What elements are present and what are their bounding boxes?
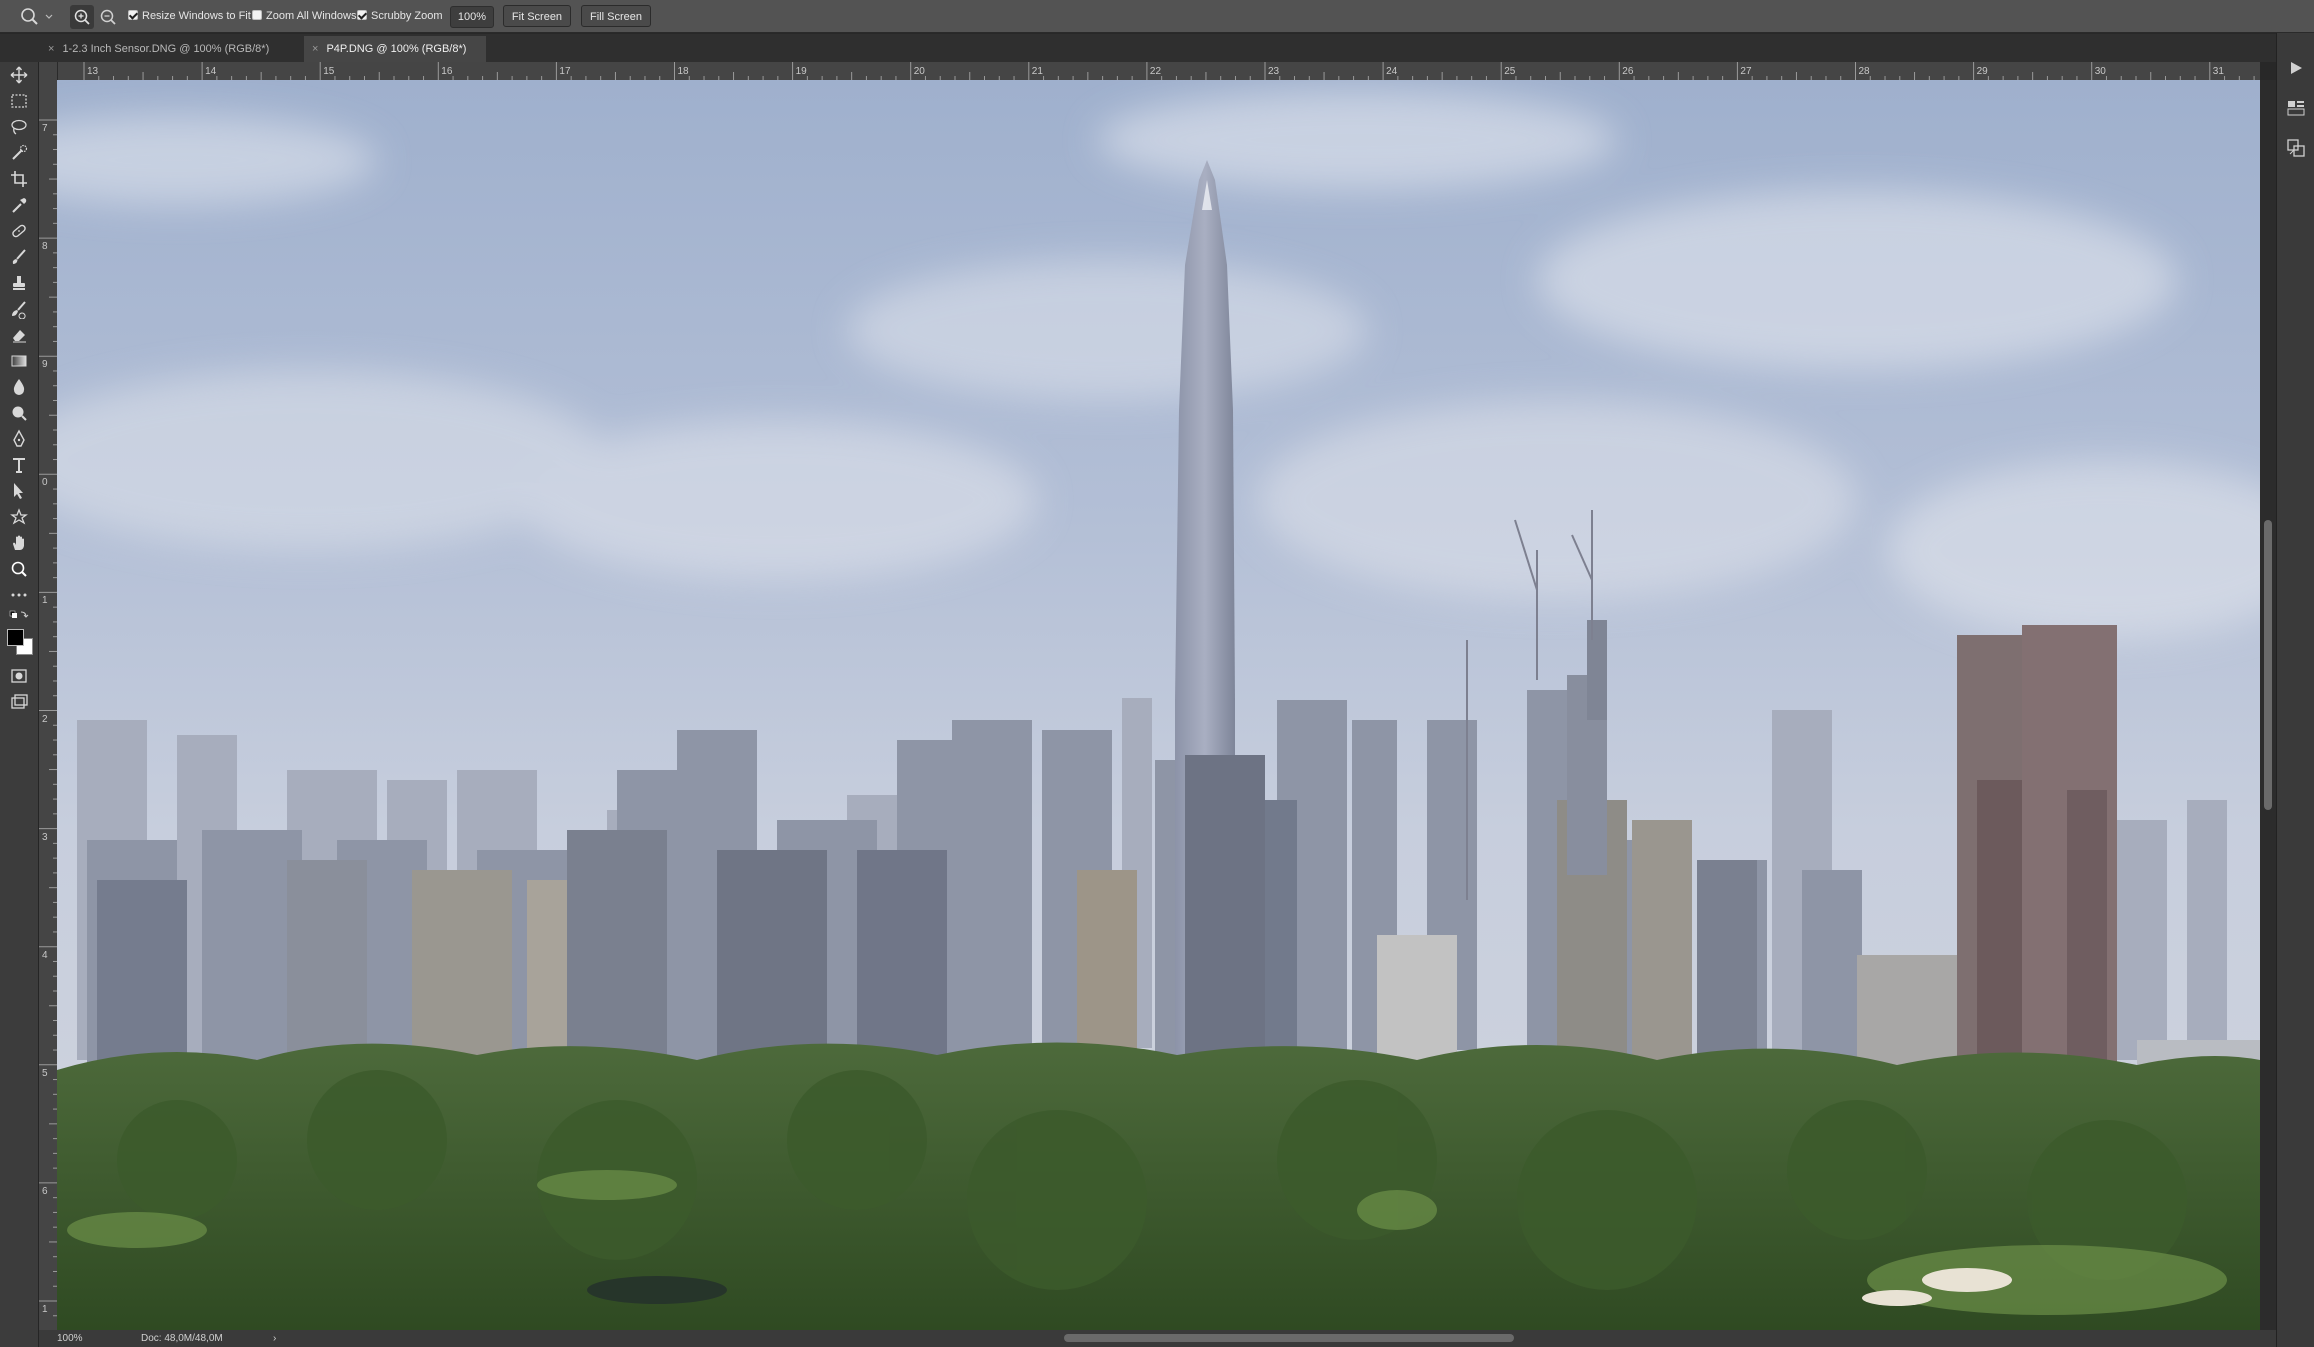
vertical-scrollbar[interactable] (2260, 80, 2276, 1330)
libraries-panel-icon[interactable] (2285, 97, 2307, 119)
gradient-tool-icon[interactable] (9, 351, 29, 371)
lasso-tool-icon[interactable] (9, 117, 29, 137)
ruler-label: 1 (42, 1304, 48, 1315)
custom-shape-tool-icon[interactable] (9, 507, 29, 527)
horizontal-scroll-thumb[interactable] (1064, 1334, 1514, 1342)
city-skyline-photo (57, 80, 2260, 1330)
brush-tool-icon[interactable] (9, 247, 29, 267)
ruler-label: 8 (42, 241, 48, 253)
ruler-label: 4 (42, 949, 48, 961)
ruler-label: 22 (1149, 66, 1162, 77)
ruler-label: 31 (2212, 66, 2224, 77)
zoom-tool-preset-icon (21, 8, 53, 25)
vertical-scroll-thumb[interactable] (2264, 520, 2272, 810)
color-swatches[interactable] (6, 628, 34, 656)
ruler-label: 15 (323, 66, 335, 77)
type-tool-icon[interactable] (9, 455, 29, 475)
more-tools-icon[interactable] (9, 585, 29, 605)
foreground-color-swatch[interactable] (7, 629, 24, 646)
zoom-percentage-button[interactable]: 100% (450, 6, 494, 28)
tool-preset-picker[interactable] (18, 5, 62, 29)
quick-mask-icon[interactable] (9, 666, 29, 686)
expand-panels-icon[interactable] (2285, 57, 2307, 79)
pen-tool-icon[interactable] (9, 429, 29, 449)
ruler-label: 6 (42, 1185, 48, 1197)
screen-mode-icon[interactable] (9, 692, 29, 712)
ruler-label: 7 (42, 123, 48, 134)
document-tab-bar: × 1-2.3 Inch Sensor.DNG @ 100% (RGB/8*) ×… (0, 34, 2314, 62)
history-brush-tool-icon[interactable] (9, 299, 29, 319)
hand-tool-icon[interactable] (9, 533, 29, 553)
tab-label: 1-2.3 Inch Sensor.DNG @ 100% (RGB/8*) (62, 43, 270, 55)
ruler-label: 0 (42, 477, 48, 489)
horizontal-ruler[interactable]: 13 14 15 16 17 18 19 20 21 22 23 24 25 26 27 28 29 30 31 (57, 62, 2260, 81)
pond (587, 1276, 727, 1304)
ruler-label: 3 (42, 831, 48, 843)
ruler-label: 13 (87, 66, 99, 77)
status-doc-size: Doc: 48,0M/48,0M (141, 1333, 223, 1344)
scrubby-zoom-checkbox[interactable]: Scrubby Zoom (357, 9, 443, 23)
collapsed-panels-dock (2276, 33, 2314, 1347)
quick-select-tool-icon[interactable] (9, 143, 29, 163)
tools-panel (0, 62, 39, 1347)
tab-p4p[interactable]: × P4P.DNG @ 100% (RGB/8*) (304, 36, 486, 62)
ruler-label: 2 (42, 713, 48, 725)
crop-tool-icon[interactable] (9, 169, 29, 189)
eraser-tool-icon[interactable] (9, 325, 29, 345)
fit-screen-button[interactable]: Fit Screen (503, 5, 571, 27)
vertical-ruler-ticks (39, 119, 57, 1317)
marquee-tool-icon[interactable] (9, 91, 29, 111)
status-zoom[interactable]: 100% (57, 1333, 83, 1344)
resize-windows-label: Resize Windows to Fit (142, 10, 251, 22)
ruler-label: 16 (441, 66, 453, 77)
clone-stamp-tool-icon[interactable] (9, 273, 29, 293)
tab-label: P4P.DNG @ 100% (RGB/8*) (326, 43, 467, 55)
ruler-label: 21 (1031, 66, 1043, 77)
ruler-label: 9 (42, 359, 48, 371)
path-select-tool-icon[interactable] (9, 481, 29, 501)
checkbox-unchecked-icon (252, 10, 262, 20)
properties-panel-icon[interactable] (2285, 137, 2307, 159)
document-canvas[interactable] (57, 80, 2260, 1330)
checkbox-checked-icon (357, 10, 367, 20)
healing-brush-tool-icon[interactable] (9, 221, 29, 241)
ruler-label: 5 (42, 1067, 48, 1079)
ruler-label: 27 (1740, 66, 1752, 77)
ruler-label: 28 (1858, 66, 1870, 77)
zoom-out-icon[interactable] (96, 5, 120, 29)
ruler-label: 23 (1268, 66, 1280, 77)
status-menu-arrow-icon[interactable]: › (273, 1333, 276, 1344)
tab-1-2-3-inch-sensor[interactable]: × 1-2.3 Inch Sensor.DNG @ 100% (RGB/8*) (40, 36, 302, 62)
default-colors-icon[interactable] (9, 610, 29, 624)
zoom-all-windows-checkbox[interactable]: Zoom All Windows (252, 9, 356, 23)
ruler-label: 17 (559, 66, 571, 77)
ruler-label: 20 (913, 66, 925, 77)
ruler-label: 26 (1622, 66, 1634, 77)
options-bar: Resize Windows to Fit Zoom All Windows S… (0, 0, 2314, 33)
ruler-label: 29 (1976, 66, 1988, 77)
scrubby-zoom-label: Scrubby Zoom (371, 10, 443, 22)
zoom-in-icon[interactable] (70, 5, 94, 29)
zoom-all-windows-label: Zoom All Windows (266, 10, 357, 22)
fill-screen-button[interactable]: Fill Screen (581, 5, 651, 27)
blur-tool-icon[interactable] (9, 377, 29, 397)
ruler-label: 25 (1504, 66, 1516, 77)
close-tab-icon[interactable]: × (312, 43, 318, 55)
ruler-label: 18 (677, 66, 689, 77)
close-tab-icon[interactable]: × (48, 43, 54, 55)
ruler-label: 30 (2094, 66, 2106, 77)
ruler-label: 19 (795, 66, 807, 77)
ruler-label: 24 (1386, 66, 1398, 77)
checkbox-checked-icon (128, 10, 138, 20)
resize-windows-checkbox[interactable]: Resize Windows to Fit (128, 9, 251, 23)
ruler-label: 14 (205, 66, 217, 77)
ruler-label: 1 (42, 595, 48, 607)
eyedropper-tool-icon[interactable] (9, 195, 29, 215)
move-tool-icon[interactable] (9, 65, 29, 85)
status-bar: 100% Doc: 48,0M/48,0M › (39, 1330, 2276, 1347)
zoom-tool-icon[interactable] (9, 559, 29, 579)
vertical-ruler[interactable]: 7 8 9 0 1 2 3 4 5 6 1 (39, 62, 58, 1330)
dodge-tool-icon[interactable] (9, 403, 29, 423)
